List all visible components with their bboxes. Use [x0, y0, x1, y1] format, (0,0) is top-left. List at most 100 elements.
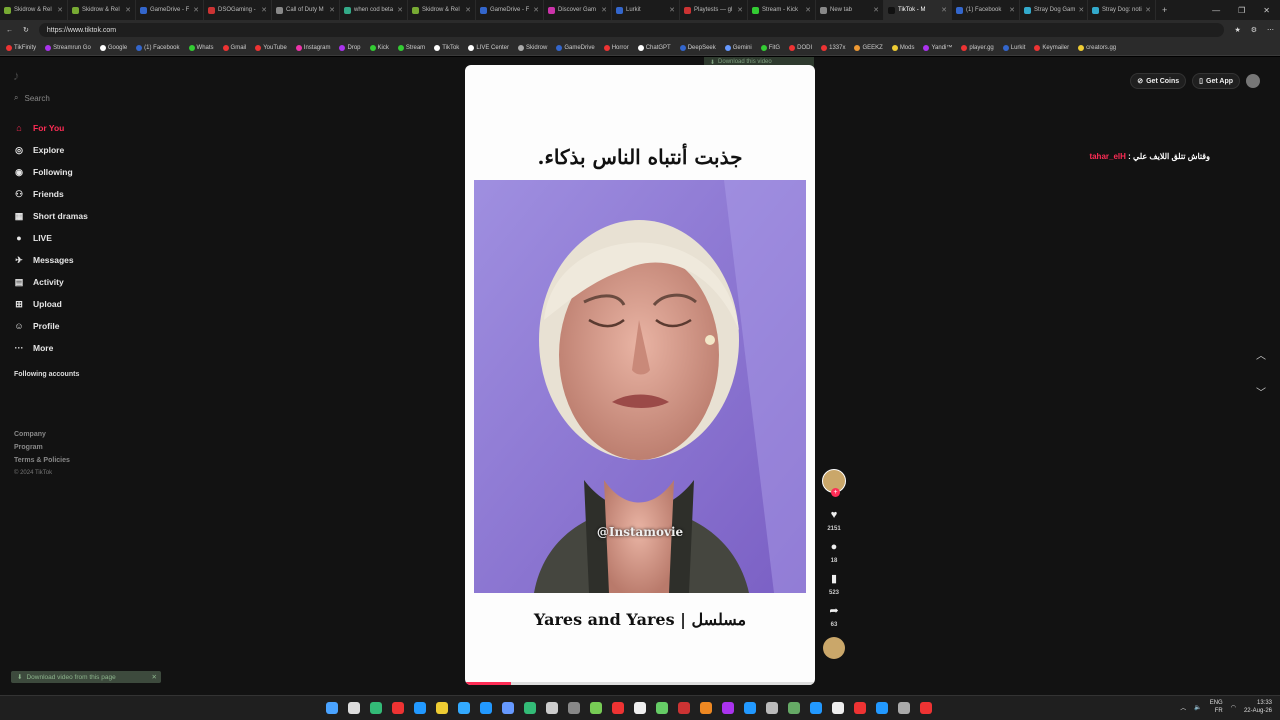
follow-plus-icon[interactable]: + [831, 488, 840, 497]
taskbar-app-icon[interactable] [436, 702, 448, 714]
taskbar-app-icon[interactable] [326, 702, 338, 714]
sidebar-item-live[interactable]: ● LIVE [13, 227, 123, 249]
bookmark-icon[interactable]: ▮ [826, 571, 842, 587]
share-icon[interactable]: ➦ [826, 603, 842, 619]
close-tab-icon[interactable]: ✕ [1078, 6, 1084, 14]
taskbar-app-icon[interactable] [480, 702, 492, 714]
clock[interactable]: 13:33 22-Aug-26 [1244, 699, 1272, 715]
taskbar-app-icon[interactable] [458, 702, 470, 714]
browser-tab[interactable]: TikTok - M ✕ [884, 0, 952, 20]
close-tab-icon[interactable]: ✕ [669, 6, 675, 14]
sidebar-item-activity[interactable]: ▤ Activity [13, 271, 123, 293]
bookmark-item[interactable]: Skidrow [518, 44, 547, 51]
sidebar-item-following[interactable]: ◉ Following [13, 161, 123, 183]
browser-tab[interactable]: when cod beta ✕ [340, 0, 408, 20]
browser-tab[interactable]: Stream - Kick ✕ [748, 0, 816, 20]
close-tab-icon[interactable]: ✕ [329, 6, 335, 14]
volume-icon[interactable]: 🔈 [1194, 704, 1201, 711]
bookmark-item[interactable]: 1337x [821, 44, 845, 51]
close-tab-icon[interactable]: ✕ [737, 6, 743, 14]
chevron-down-icon[interactable]: ﹀ [1256, 384, 1266, 399]
bookmark-item[interactable]: Gemini [724, 44, 752, 51]
taskbar-app-icon[interactable] [920, 702, 932, 714]
taskbar-app-icon[interactable] [590, 702, 602, 714]
creator-avatar[interactable]: + [822, 469, 846, 497]
new-tab-button[interactable]: + [1156, 5, 1173, 15]
bookmark-item[interactable]: Horror [603, 44, 629, 51]
footer-link-company[interactable]: Company [14, 428, 70, 441]
heart-icon[interactable]: ♥ [826, 507, 842, 523]
sidebar-item-upload[interactable]: ⊞ Upload [13, 293, 123, 315]
bookmark-item[interactable]: Whats [188, 44, 214, 51]
sidebar-item-for-you[interactable]: ⌂ For You [13, 117, 123, 139]
sidebar-item-messages[interactable]: ✈ Messages [13, 249, 123, 271]
download-video-pill[interactable]: ⬇ Download video from this page ✕ [11, 671, 161, 683]
bookmark-item[interactable]: Mods [891, 44, 914, 51]
extensions-icon[interactable]: ⚙ [1251, 26, 1257, 34]
browser-tab[interactable]: GameDrive - F ✕ [476, 0, 544, 20]
minimize-icon[interactable]: — [1212, 6, 1220, 15]
taskbar-app-icon[interactable] [634, 702, 646, 714]
taskbar-app-icon[interactable] [414, 702, 426, 714]
taskbar-app-icon[interactable] [678, 702, 690, 714]
browser-tab[interactable]: Call of Duty M ✕ [272, 0, 340, 20]
video-frame[interactable]: @Instamovie [474, 180, 806, 593]
bookmark-item[interactable]: Google [99, 44, 127, 51]
taskbar-app-icon[interactable] [854, 702, 866, 714]
bookmark-item[interactable]: (1) Facebook [136, 44, 180, 51]
save-action[interactable]: ▮ 523 [826, 571, 842, 596]
taskbar-app-icon[interactable] [568, 702, 580, 714]
close-tab-icon[interactable]: ✕ [1145, 6, 1151, 14]
bookmark-item[interactable]: GEEKZ [854, 44, 883, 51]
browser-tab[interactable]: Skidrow & Rel ✕ [68, 0, 136, 20]
bookmark-item[interactable]: GameDrive [556, 44, 595, 51]
taskbar-app-icon[interactable] [524, 702, 536, 714]
bookmark-item[interactable]: TikFinity [6, 44, 36, 51]
bookmark-item[interactable]: Drop [339, 44, 361, 51]
bookmark-item[interactable]: player.gg [961, 44, 994, 51]
back-icon[interactable]: ← [6, 27, 13, 34]
taskbar-app-icon[interactable] [766, 702, 778, 714]
browser-tab[interactable]: Skidrow & Rel ✕ [408, 0, 476, 20]
bookmark-item[interactable]: YouTube [255, 44, 287, 51]
bookmark-item[interactable]: Yandi™ [923, 44, 952, 51]
close-tab-icon[interactable]: ✕ [125, 6, 131, 14]
bookmark-item[interactable]: FitG [760, 44, 780, 51]
taskbar-app-icon[interactable] [898, 702, 910, 714]
taskbar-app-icon[interactable] [370, 702, 382, 714]
sound-disc[interactable] [823, 637, 845, 659]
get-app-button[interactable]: ▯ Get App [1192, 73, 1240, 89]
like-action[interactable]: ♥ 2151 [826, 507, 842, 532]
maximize-icon[interactable]: ❐ [1238, 6, 1245, 15]
close-icon[interactable]: ✕ [152, 673, 161, 681]
bookmark-item[interactable]: TikTok [434, 44, 459, 51]
url-field[interactable]: https://www.tiktok.com [38, 23, 1225, 37]
browser-tab[interactable]: GameDrive - F ✕ [136, 0, 204, 20]
close-tab-icon[interactable]: ✕ [533, 6, 539, 14]
reload-icon[interactable]: ↻ [23, 26, 29, 34]
bookmark-item[interactable]: ChatGPT [637, 44, 671, 51]
footer-link-terms[interactable]: Terms & Policies [14, 454, 70, 467]
close-tab-icon[interactable]: ✕ [465, 6, 471, 14]
browser-tab[interactable]: DSOGaming - ✕ [204, 0, 272, 20]
search-input[interactable]: ⌕ Search [14, 93, 50, 103]
bookmark-item[interactable]: DeepSeek [679, 44, 716, 51]
taskbar-app-icon[interactable] [876, 702, 888, 714]
bookmark-item[interactable]: creators.gg [1078, 44, 1116, 51]
bookmark-item[interactable]: Keymailer [1034, 44, 1069, 51]
browser-tab[interactable]: Stray Dog Gam ✕ [1020, 0, 1088, 20]
tiktok-logo-icon[interactable]: ♪ [13, 68, 25, 83]
sidebar-item-more[interactable]: ··· More [13, 337, 123, 359]
language-indicator[interactable]: ENG FR [1210, 699, 1223, 715]
footer-link-program[interactable]: Program [14, 441, 70, 454]
user-avatar[interactable] [1246, 74, 1260, 88]
close-tab-icon[interactable]: ✕ [57, 6, 63, 14]
bookmark-item[interactable]: Streamrun Go [45, 44, 91, 51]
close-tab-icon[interactable]: ✕ [873, 6, 879, 14]
bookmark-item[interactable]: Kick [369, 44, 389, 51]
bookmark-item[interactable]: DODI [789, 44, 812, 51]
taskbar-app-icon[interactable] [392, 702, 404, 714]
taskbar-app-icon[interactable] [788, 702, 800, 714]
browser-tab[interactable]: (1) Facebook ✕ [952, 0, 1020, 20]
taskbar-app-icon[interactable] [810, 702, 822, 714]
